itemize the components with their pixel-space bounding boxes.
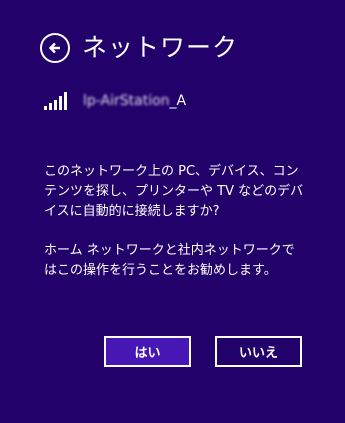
yes-button[interactable]: はい	[104, 336, 191, 367]
message-paragraph-1: このネットワーク上の PC、デバイス、コンテンツを探し、プリンターや TV など…	[44, 164, 304, 219]
button-row: はい いいえ	[104, 336, 302, 367]
message: このネットワーク上の PC、デバイス、コンテンツを探し、プリンターや TV など…	[44, 162, 306, 300]
network-name-suffix: _A	[169, 93, 187, 109]
back-button[interactable]	[40, 33, 70, 63]
wifi-signal-icon	[44, 90, 69, 110]
network-name-blurred: lp-AirStation	[83, 93, 170, 109]
back-arrow-icon	[48, 42, 60, 54]
message-paragraph-2: ホーム ネットワークと社内ネットワークではこの操作を行うことをお勧めします。	[44, 243, 295, 278]
no-button[interactable]: いいえ	[215, 336, 302, 367]
network-name: lp-AirStation _A	[83, 92, 186, 110]
header: ネットワーク	[40, 33, 238, 63]
network-info: lp-AirStation _A	[44, 90, 186, 110]
page-title: ネットワーク	[82, 33, 239, 62]
